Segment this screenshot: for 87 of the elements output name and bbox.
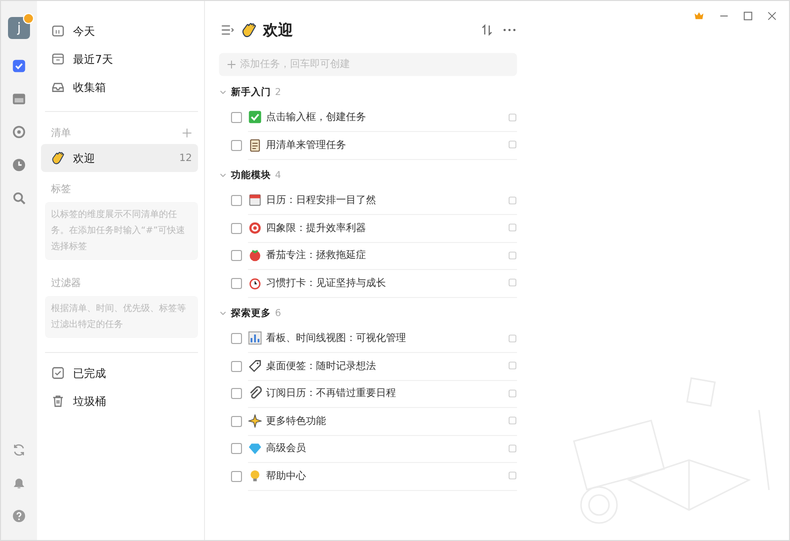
clipboard-icon	[248, 138, 262, 152]
chevron-icon	[219, 309, 227, 317]
checkmark-icon	[248, 110, 262, 124]
maximize-icon	[743, 11, 753, 21]
group-title[interactable]: 新手入门	[231, 86, 271, 98]
note-icon	[508, 112, 517, 122]
group-count: 4	[275, 170, 282, 180]
task-checkbox[interactable]	[231, 388, 242, 400]
task-title[interactable]: 看板、时间线视图：可视化管理	[266, 331, 504, 346]
group-count: 6	[275, 308, 282, 318]
calendar-icon	[248, 193, 262, 208]
task-title[interactable]: 订阅日历：不再错过重要日程	[266, 386, 504, 400]
tomato-icon	[248, 248, 262, 262]
task-checkbox[interactable]	[231, 443, 242, 454]
note-icon	[508, 361, 517, 370]
filters-hint: 根据清单、时间、优先级、标签等过滤出特定的任务	[45, 296, 198, 338]
note-icon	[508, 196, 517, 205]
note-icon	[508, 140, 517, 150]
task-title[interactable]: 习惯打卡：见证坚持与成长	[266, 276, 504, 290]
add-icon	[227, 60, 236, 69]
calendar-icon	[51, 52, 65, 66]
note-icon	[508, 223, 517, 232]
task-title[interactable]: 点击输入框，创建任务	[266, 110, 504, 124]
task-checkbox[interactable]	[231, 250, 242, 262]
bar-chart-icon	[248, 331, 262, 346]
task-checkbox[interactable]	[231, 416, 242, 427]
note-icon	[508, 278, 517, 288]
section-label: 标签	[51, 182, 71, 196]
tags-hint: 以标签的维度展示不同清单的任务。在添加任务时输入“#”可快速选择标签	[45, 202, 198, 260]
group-title[interactable]: 探索更多	[231, 306, 271, 320]
add-task-field[interactable]: 添加任务，回车即可创建	[219, 53, 517, 76]
target-icon	[12, 125, 26, 139]
alarm-clock-icon	[248, 276, 262, 290]
task-title[interactable]: 四象限：提升效率利器	[266, 220, 504, 235]
task-title[interactable]: 日历：日程安排一目了然	[266, 193, 504, 208]
premium-badge	[23, 13, 34, 24]
calendar-icon	[12, 92, 26, 106]
sidebar-item[interactable]: 已完成	[41, 359, 198, 387]
note-icon	[508, 334, 517, 343]
task-checkbox[interactable]	[231, 112, 242, 124]
task-title[interactable]: 高级会员	[266, 441, 504, 456]
sidebar-item[interactable]: 最近7天	[41, 45, 198, 73]
calendar-icon	[51, 24, 65, 38]
task-title[interactable]: 更多特色功能	[266, 414, 504, 428]
paperclip-icon	[248, 386, 262, 400]
note-icon	[508, 416, 517, 426]
clock-icon	[12, 158, 26, 172]
sidebar-item[interactable]: 垃圾桶	[41, 387, 198, 415]
chevron-icon	[219, 88, 227, 96]
note-icon	[508, 444, 517, 453]
tag-icon	[248, 358, 262, 373]
list-title: 欢迎	[263, 20, 294, 40]
target-icon	[248, 220, 262, 235]
chevron-icon	[219, 171, 227, 179]
light-bulb-icon	[248, 468, 262, 483]
section-label: 过滤器	[51, 276, 81, 290]
task-checkbox[interactable]	[231, 222, 242, 234]
task-title[interactable]: 桌面便签：随时记录想法	[266, 358, 504, 373]
crown-icon	[693, 11, 705, 21]
sparkles-icon	[248, 414, 262, 428]
search-icon	[12, 191, 26, 205]
note-icon	[508, 471, 517, 480]
sidebar-item[interactable]: 收集箱	[41, 73, 198, 101]
section-label: 清单	[51, 126, 71, 140]
trash-icon	[51, 394, 65, 408]
sidebar-item[interactable]: 今天	[41, 17, 198, 45]
gem-icon	[248, 441, 262, 456]
task-checkbox[interactable]	[231, 333, 242, 344]
task-checkbox[interactable]	[231, 195, 242, 206]
checkbox-icon	[12, 59, 26, 73]
task-checkbox[interactable]	[231, 360, 242, 372]
note-icon	[508, 388, 517, 398]
checkbox-icon	[51, 366, 65, 380]
task-title[interactable]: 帮助中心	[266, 468, 504, 483]
task-checkbox[interactable]	[231, 470, 242, 482]
inbox-icon	[51, 80, 65, 94]
add-icon	[182, 128, 192, 138]
task-title[interactable]: 番茄专注：拯救拖延症	[266, 248, 504, 262]
group-count: 2	[275, 86, 282, 98]
note-icon	[508, 250, 517, 260]
close-icon	[767, 11, 777, 21]
task-title[interactable]: 用清单来管理任务	[266, 138, 504, 152]
list-item[interactable]: 欢迎 12	[41, 144, 198, 172]
group-title[interactable]: 功能模块	[231, 168, 271, 182]
task-checkbox[interactable]	[231, 278, 242, 289]
task-checkbox[interactable]	[231, 140, 242, 151]
sort-icon[interactable]	[479, 22, 495, 38]
